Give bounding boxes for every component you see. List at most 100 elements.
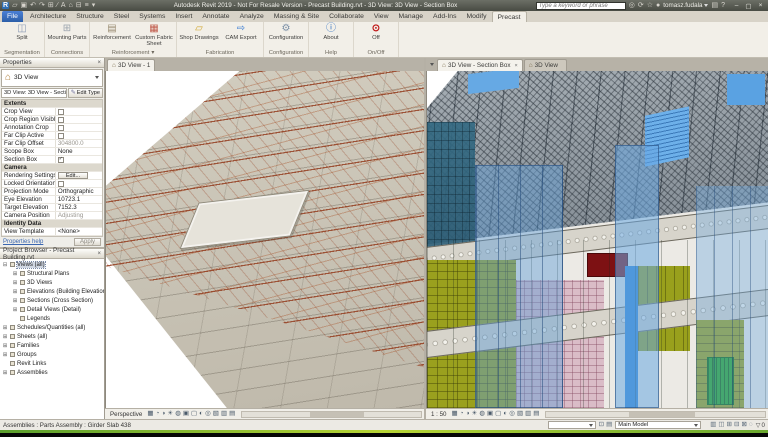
sun-path-icon[interactable]: ☀ <box>472 410 478 418</box>
property-row[interactable]: Far Clip Active <box>2 132 102 140</box>
browser-item[interactable]: ⊞ Structural Plans <box>0 269 104 278</box>
ribbon-tab[interactable]: Systems <box>134 11 170 22</box>
section-icon[interactable]: ⊟ <box>76 2 82 9</box>
crop-view-icon[interactable]: ▣ <box>183 410 189 418</box>
property-row[interactable]: Far Clip Offset 304800.0 <box>2 140 102 148</box>
open-icon[interactable]: ▱ <box>12 2 17 9</box>
crop-view-icon[interactable]: ▣ <box>487 410 493 418</box>
property-row[interactable]: Extents <box>2 100 102 108</box>
scale-label[interactable]: Perspective <box>107 411 145 418</box>
a360-sync-icon[interactable]: ⟳ <box>638 2 644 9</box>
press-drag-icon[interactable]: ◌ <box>749 421 753 429</box>
default-3d-view-icon[interactable]: ⌂ <box>69 2 73 9</box>
browser-item[interactable]: ⊞ Detail Views (Detail) <box>0 305 104 314</box>
ribbon-tab[interactable]: Architecture <box>25 11 71 22</box>
property-row[interactable]: Eye Elevation 10723.1 <box>2 196 102 204</box>
scrollbar-thumb[interactable] <box>310 411 364 417</box>
render-icon[interactable]: ◍ <box>479 410 485 418</box>
property-value[interactable]: 10723.1 <box>54 196 102 203</box>
expand-icon[interactable]: ⊞ <box>12 307 18 313</box>
visual-style-icon[interactable]: ▦ <box>147 410 153 418</box>
ribbon-tab[interactable]: Manage <box>393 11 428 22</box>
property-row[interactable]: Projection Mode Orthographic <box>2 188 102 196</box>
show-constraints-icon[interactable]: ▥ <box>221 410 227 418</box>
off-button[interactable]: ⊙ Off <box>356 23 396 48</box>
property-row[interactable]: Camera Position Adjusting <box>2 212 102 220</box>
checkbox[interactable] <box>57 124 64 131</box>
visual-style-icon[interactable]: ▦ <box>451 410 457 418</box>
browser-item[interactable]: ⊞ Families <box>0 341 104 350</box>
property-value[interactable]: ✓ <box>54 156 102 163</box>
horizontal-scrollbar[interactable] <box>545 410 766 418</box>
cam-export-button[interactable]: ⇨ CAM Export <box>221 23 261 48</box>
browser-item[interactable]: ⊞ 3D Views <box>0 278 104 287</box>
reinforcement-button[interactable]: ▤ Reinforcement <box>92 23 132 48</box>
ribbon-tab[interactable]: Add-Ins <box>428 11 461 22</box>
design-options-icon[interactable]: ⊡ <box>599 421 604 429</box>
view-tab-3d-view-1[interactable]: ⌂ 3D View - 1 <box>107 59 156 71</box>
expand-icon[interactable]: ⊞ <box>12 280 18 286</box>
property-row[interactable]: Target Elevation 7152.3 <box>2 204 102 212</box>
measure-icon[interactable]: ∕ <box>57 2 58 9</box>
expand-icon[interactable]: ⊞ <box>2 352 8 358</box>
browser-item[interactable]: ⊞ Assemblies <box>0 368 104 377</box>
project-browser-header[interactable]: Project Browser - Precast Building.rvt × <box>0 247 104 261</box>
thin-lines-icon[interactable]: ≡ <box>85 2 89 9</box>
print-icon[interactable]: ⊞ <box>48 2 54 9</box>
worksets-icon[interactable]: ▥ <box>710 421 716 429</box>
property-row[interactable]: View Template <None> <box>2 228 102 236</box>
property-value[interactable]: Orthographic <box>54 188 102 195</box>
expand-icon[interactable]: ⊞ <box>2 325 8 331</box>
property-value[interactable]: <None> <box>54 228 102 235</box>
worksharing-display-icon[interactable]: ▤ <box>533 410 539 418</box>
active-workset-icon[interactable]: ▤ <box>606 421 612 429</box>
qat-customize-icon[interactable]: ▾ <box>92 2 96 9</box>
ribbon-tab[interactable]: Structure <box>71 11 109 22</box>
edit-button[interactable]: Edit... <box>57 172 89 179</box>
browser-item[interactable]: ⊞ Schedules/Quantities (all) <box>0 323 104 332</box>
tab-list-icon[interactable] <box>430 63 434 66</box>
property-value[interactable] <box>54 180 102 187</box>
property-row[interactable]: Identity Data <box>2 220 102 228</box>
browser-item[interactable]: ⊞ Sections (Cross Section) <box>0 296 104 305</box>
expand-icon[interactable]: ⊞ <box>2 370 8 376</box>
save-icon[interactable]: ▣ <box>20 2 27 9</box>
ribbon-tab[interactable]: Collaborate <box>324 11 369 22</box>
expand-icon[interactable]: ⊞ <box>2 343 8 349</box>
ribbon-tab[interactable]: Insert <box>170 11 197 22</box>
about-button[interactable]: ⓘ About <box>311 23 351 48</box>
temporary-view-properties-icon[interactable]: ▧ <box>213 410 219 418</box>
type-selector[interactable]: ⌂ 3D View <box>1 69 103 87</box>
sun-path-icon[interactable]: ☀ <box>167 410 173 418</box>
reveal-hidden-elements-icon[interactable]: ◎ <box>509 410 515 418</box>
property-value[interactable] <box>54 108 102 115</box>
shadows-icon[interactable]: ◑ <box>161 410 165 418</box>
split-button[interactable]: ◫ Split <box>2 23 42 48</box>
show-crop-region-icon[interactable]: ▢ <box>191 410 197 418</box>
browser-item[interactable]: Revit Links <box>0 359 104 368</box>
user-icon[interactable]: ● <box>656 2 660 9</box>
view-selector-dropdown[interactable]: 3D View: 3D View - Section Box <box>1 87 67 98</box>
view-tab[interactable]: ⌂ 3D View - Section Box × <box>437 59 523 71</box>
ribbon-tab[interactable]: Steel <box>109 11 135 22</box>
browser-item[interactable]: ⊟ Views (all) <box>0 260 104 269</box>
close-icon[interactable]: × <box>514 63 517 69</box>
property-row[interactable]: Rendering Settings Edit... <box>2 172 102 180</box>
configuration-button[interactable]: ⚙ Configuration <box>266 23 306 48</box>
mounting-parts-button[interactable]: ⊞ Mounting Parts <box>47 23 87 48</box>
property-value[interactable]: None <box>54 148 102 155</box>
reveal-hidden-elements-icon[interactable]: ◎ <box>205 410 211 418</box>
drawing-area-section-box[interactable] <box>426 71 768 408</box>
checkbox[interactable] <box>57 180 64 187</box>
selection-filter[interactable]: ▽ 0 <box>756 422 765 429</box>
close-icon[interactable]: × <box>97 251 101 257</box>
property-row[interactable]: Scope Box None <box>2 148 102 156</box>
property-value[interactable] <box>54 116 102 123</box>
render-icon[interactable]: ◍ <box>175 410 181 418</box>
property-value[interactable]: Adjusting <box>54 212 102 219</box>
redo-icon[interactable]: ↷ <box>39 2 45 9</box>
ribbon-tab[interactable]: Annotate <box>197 11 234 22</box>
close-button[interactable]: × <box>755 1 766 10</box>
drawing-area-perspective[interactable] <box>105 71 424 408</box>
design-options-dropdown[interactable] <box>547 421 596 429</box>
